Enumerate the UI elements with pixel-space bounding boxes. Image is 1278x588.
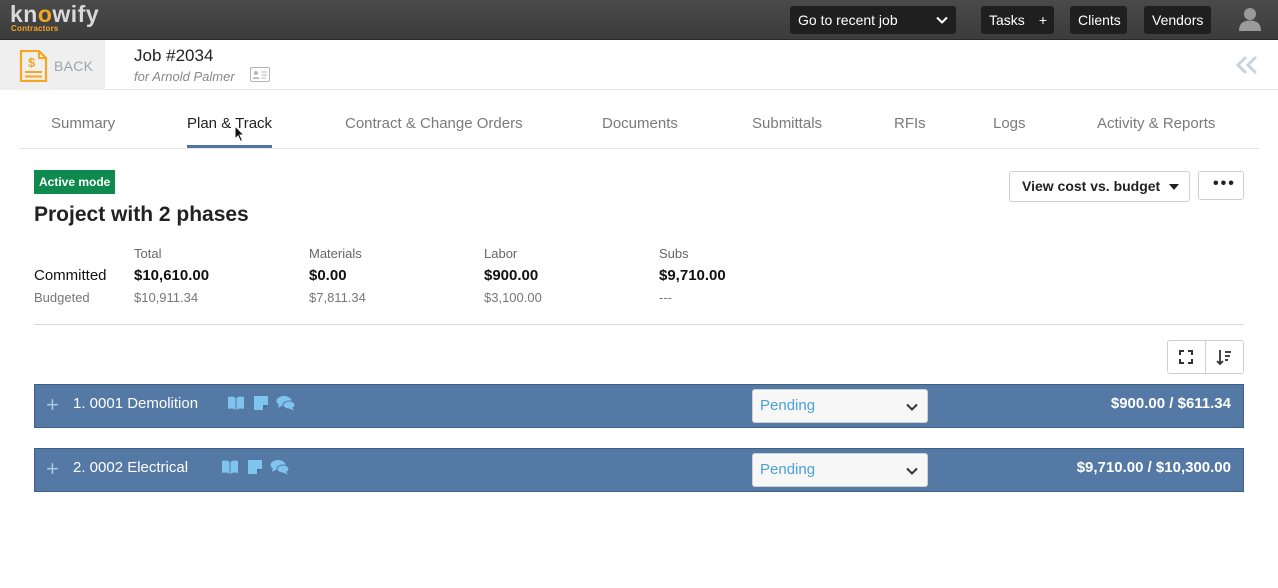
tasks-label: Tasks [989, 12, 1025, 28]
tasks-button[interactable]: Tasks + [981, 6, 1054, 34]
comments-icon[interactable] [270, 459, 290, 475]
labor-budgeted: $3,100.00 [484, 290, 542, 305]
tool-separator [1205, 341, 1206, 373]
clients-button[interactable]: Clients [1070, 6, 1127, 34]
vendors-button[interactable]: Vendors [1144, 6, 1211, 34]
tab-contract-change-orders[interactable]: Contract & Change Orders [345, 115, 523, 132]
view-cost-budget-dropdown[interactable]: View cost vs. budget [1009, 171, 1190, 202]
view-tools [1167, 340, 1244, 374]
plus-icon[interactable]: + [46, 393, 59, 417]
invoice-document-icon: $ [19, 50, 48, 82]
plus-icon[interactable]: + [1039, 6, 1047, 34]
subs-committed: $9,710.00 [659, 267, 726, 284]
contact-card-icon[interactable] [250, 67, 270, 82]
sticky-note-icon[interactable] [246, 459, 264, 475]
plus-icon[interactable]: + [46, 457, 59, 481]
tab-documents[interactable]: Documents [602, 115, 678, 132]
phase-status-dropdown[interactable]: Pending [752, 453, 928, 487]
materials-budgeted: $7,811.34 [309, 290, 366, 305]
job-client-name: for Arnold Palmer [134, 69, 235, 84]
sort-icon[interactable] [1216, 349, 1232, 365]
top-bar: knowify Contractors Go to recent job Tas… [0, 0, 1278, 40]
expand-fullscreen-icon[interactable] [1178, 349, 1194, 365]
svg-text:$: $ [28, 55, 36, 70]
tab-rfis[interactable]: RFIs [894, 115, 926, 132]
double-chevron-left-icon[interactable] [1236, 55, 1258, 75]
recent-job-label: Go to recent job [798, 12, 898, 28]
user-avatar-icon[interactable] [1239, 7, 1261, 31]
job-title: Job #2034 [134, 46, 214, 65]
ellipsis-icon: ••• [1213, 175, 1236, 192]
sticky-note-icon[interactable] [252, 395, 270, 411]
logo-text-b: wify [52, 1, 100, 27]
knowify-logo[interactable]: knowify Contractors [10, 3, 99, 33]
phase-status-value: Pending [760, 397, 816, 414]
total-header: Total [134, 246, 162, 261]
comments-icon[interactable] [276, 395, 296, 411]
book-icon[interactable] [221, 459, 239, 475]
phase-row[interactable]: + 1. 0001 Demolition Pending $900.00 / $… [34, 384, 1244, 428]
tab-plan-and-track[interactable]: Plan & Track [187, 115, 273, 148]
tab-submittals[interactable]: Submittals [752, 115, 822, 132]
section-divider [34, 324, 1244, 325]
back-label: BACK [54, 58, 94, 74]
active-mode-badge: Active mode [34, 170, 116, 194]
materials-header: Materials [309, 246, 362, 261]
chevron-down-icon [906, 467, 918, 475]
mouse-cursor-icon [234, 125, 246, 143]
book-icon[interactable] [227, 395, 245, 411]
tab-summary[interactable]: Summary [51, 115, 115, 132]
phase-status-dropdown[interactable]: Pending [752, 389, 928, 423]
phase-name[interactable]: 1. 0001 Demolition [73, 395, 198, 412]
logo-wordmark: knowify [10, 1, 100, 27]
materials-committed: $0.00 [309, 267, 347, 284]
committed-row-label: Committed [34, 267, 107, 284]
total-committed: $10,610.00 [134, 267, 210, 284]
job-header: $ BACK Job #2034 for Arnold Palmer [0, 40, 1278, 90]
recent-job-dropdown[interactable]: Go to recent job [790, 6, 956, 34]
total-budgeted: $10,911.34 [134, 290, 199, 305]
phase-row[interactable]: + 2. 0002 Electrical Pending $9,710.00 /… [34, 448, 1244, 492]
more-options-button[interactable]: ••• [1198, 171, 1244, 200]
subs-header: Subs [659, 246, 689, 261]
labor-committed: $900.00 [484, 267, 539, 284]
chevron-down-icon [906, 403, 918, 411]
view-cost-budget-label: View cost vs. budget [1022, 178, 1161, 194]
phase-cost-vs-budget: $900.00 / $611.34 [1110, 395, 1231, 412]
caret-down-icon [1169, 184, 1179, 190]
budgeted-row-label: Budgeted [34, 290, 90, 305]
tab-logs[interactable]: Logs [993, 115, 1026, 132]
phase-status-value: Pending [760, 461, 816, 478]
phase-name[interactable]: 2. 0002 Electrical [73, 459, 188, 476]
labor-header: Labor [484, 246, 518, 261]
subs-budgeted: --- [659, 290, 672, 305]
project-title: Project with 2 phases [34, 203, 249, 226]
back-button[interactable]: $ BACK [0, 40, 105, 90]
phase-cost-vs-budget: $9,710.00 / $10,300.00 [1076, 459, 1231, 476]
chevron-down-icon [936, 16, 948, 24]
tab-activity-reports[interactable]: Activity & Reports [1097, 115, 1215, 132]
job-tabs: Summary Plan & Track Contract & Change O… [19, 90, 1259, 149]
